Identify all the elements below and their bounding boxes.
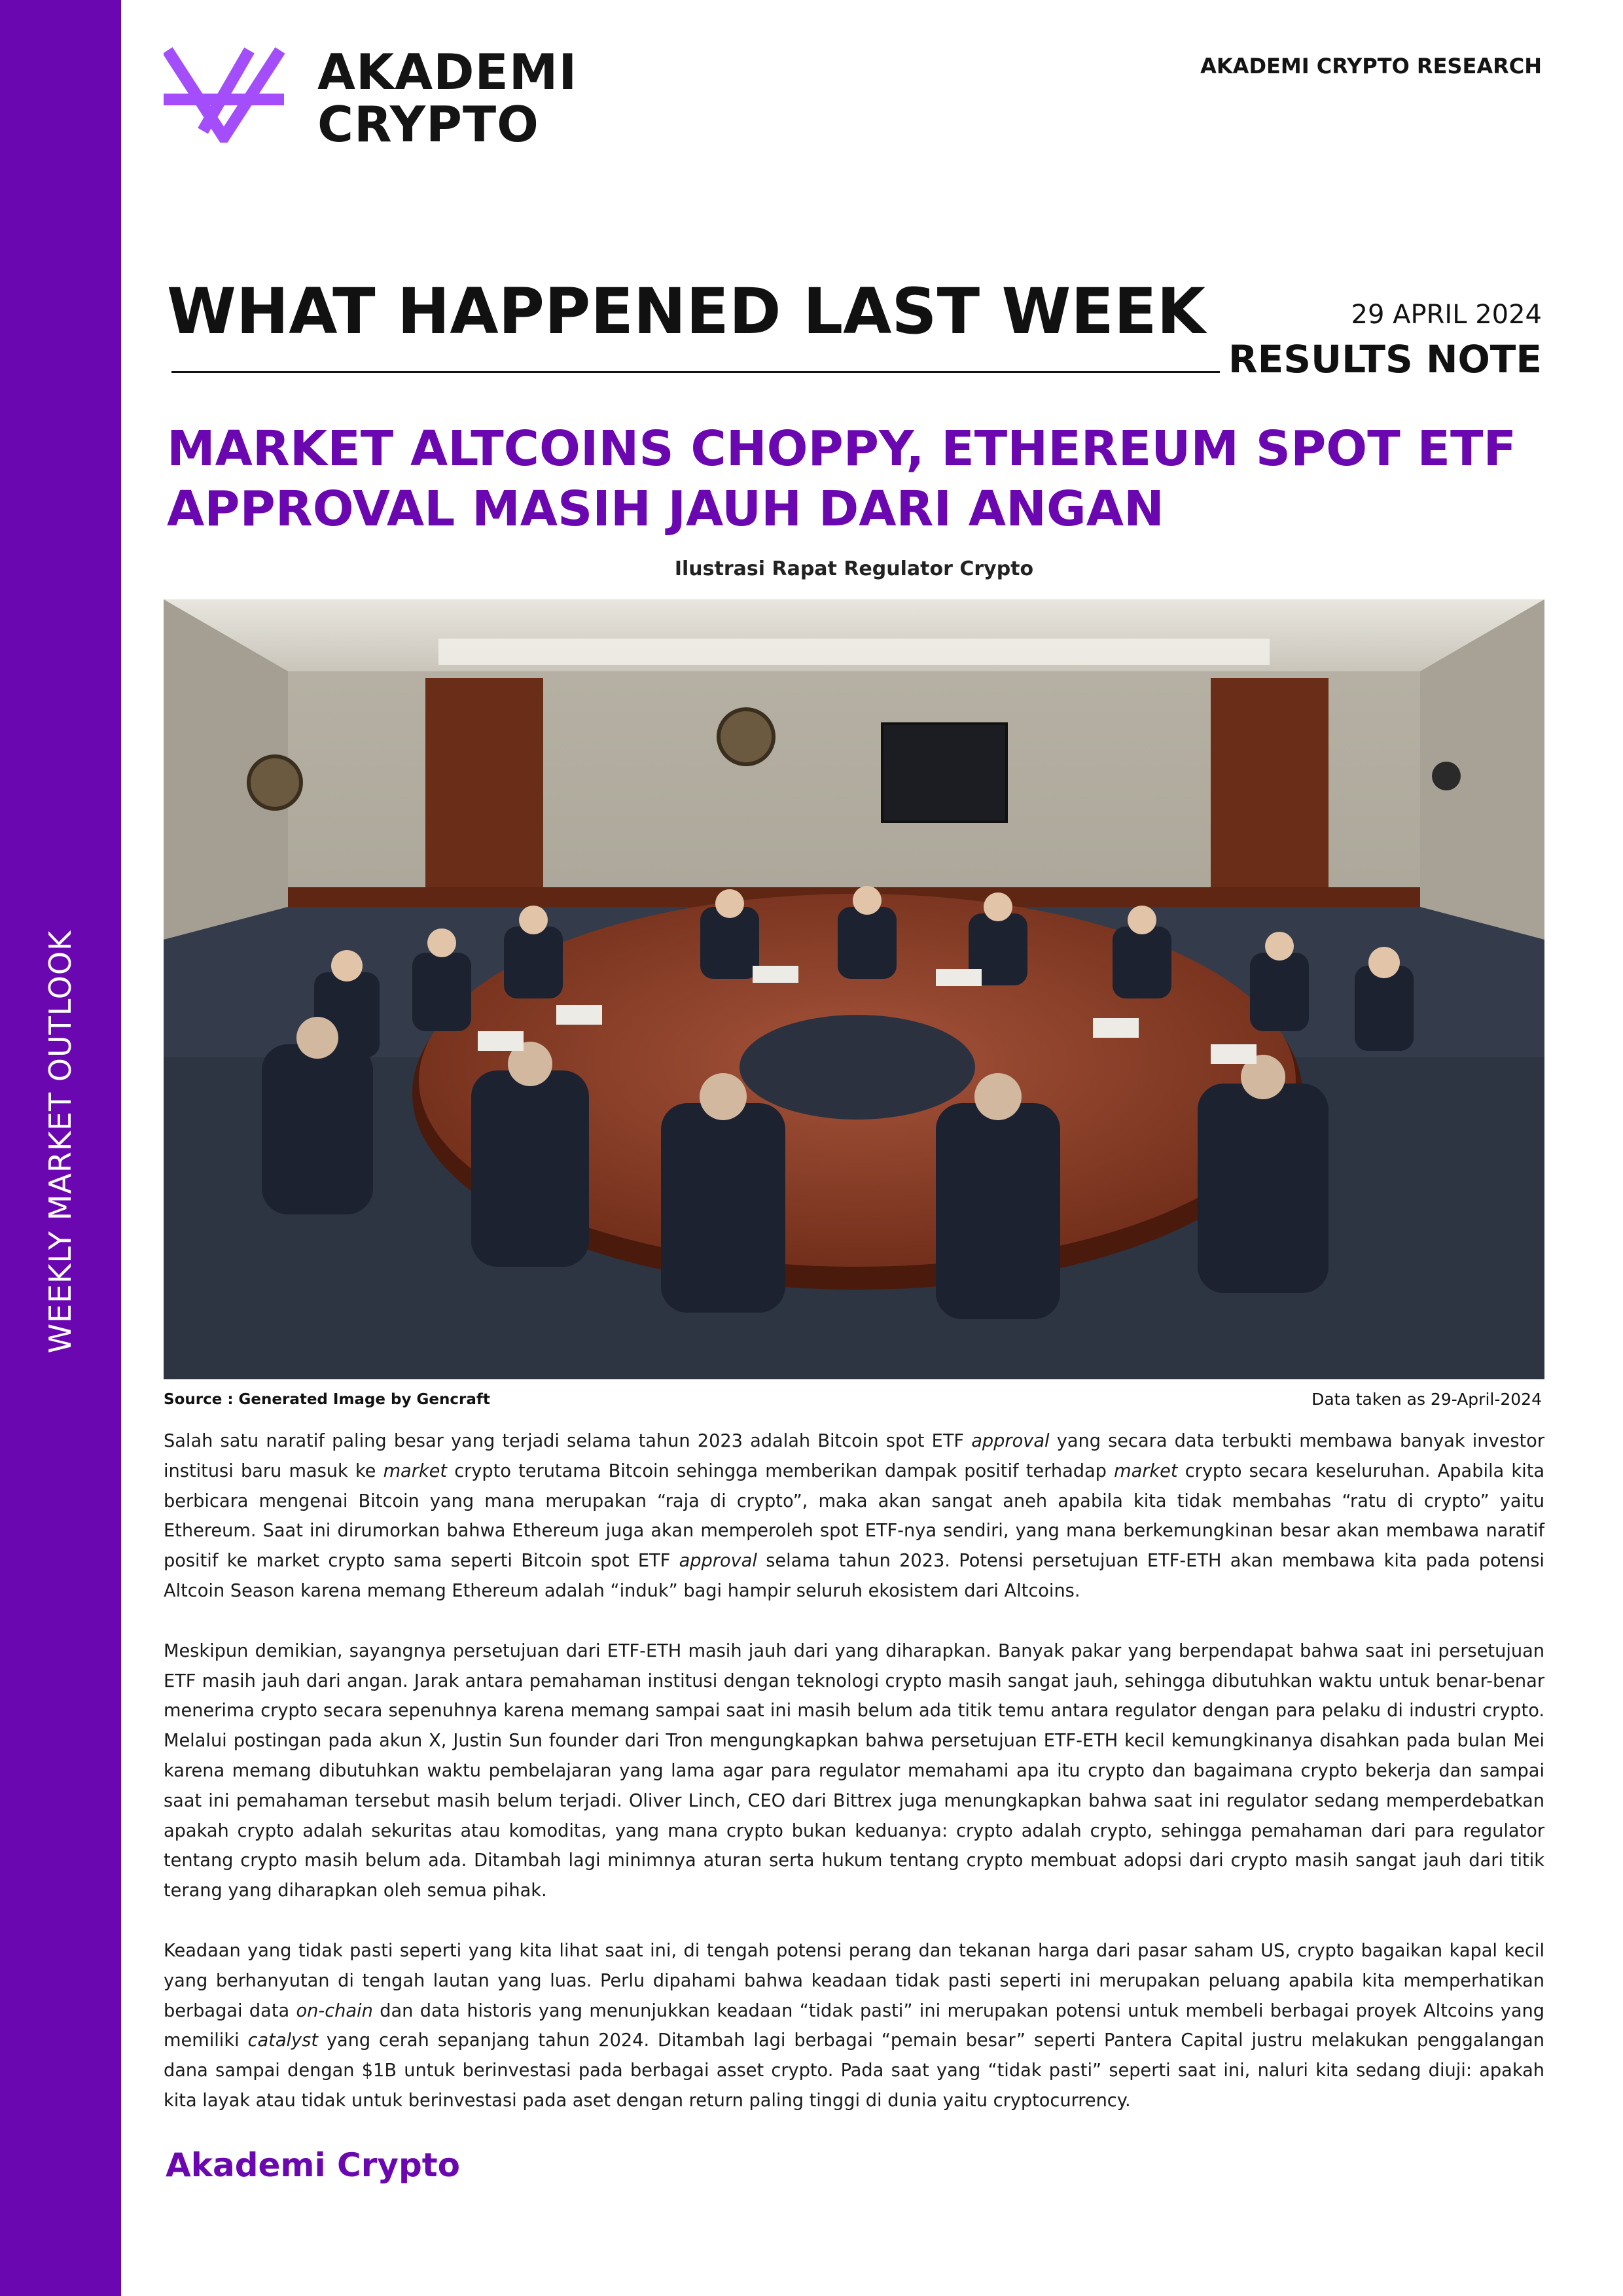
brand-name: AKADEMI CRYPTO <box>317 46 577 150</box>
image-source: Source : Generated Image by Gencraft <box>164 1391 490 1408</box>
section-title: WHAT HAPPENED LAST WEEK <box>167 275 1205 348</box>
article-body: Salah satu naratif paling besar yang ter… <box>164 1426 1544 2146</box>
paragraph-1: Salah satu naratif paling besar yang ter… <box>164 1431 1545 1601</box>
akademi-crypto-logo-icon <box>162 44 285 149</box>
note-type-label: RESULTS NOTE <box>1228 337 1542 381</box>
brand-line-2: CRYPTO <box>317 96 539 153</box>
paragraph-2: Meskipun demikian, sayangnya persetujuan… <box>164 1640 1544 1901</box>
brand-line-1: AKADEMI <box>317 43 578 101</box>
paragraph-3: Keadaan yang tidak pasti seperti yang ki… <box>164 1940 1545 2111</box>
article-headline: MARKET ALTCOINS CHOPPY, ETHEREUM SPOT ET… <box>167 421 1517 537</box>
note-date: 29 APRIL 2024 <box>1351 300 1542 330</box>
research-label: AKADEMI CRYPTO RESEARCH <box>1200 54 1542 79</box>
sidebar: WEEKLY MARKET OUTLOOK <box>0 0 121 2296</box>
sidebar-label: WEEKLY MARKET OUTLOOK <box>43 930 78 1354</box>
data-taken-date: Data taken as 29-April-2024 <box>1311 1390 1542 1409</box>
image-caption: Ilustrasi Rapat Regulator Crypto <box>674 557 1034 580</box>
footer-brand: Akademi Crypto <box>166 2146 461 2184</box>
regulators-meeting-photo <box>164 599 1544 1379</box>
section-divider <box>171 371 1220 373</box>
